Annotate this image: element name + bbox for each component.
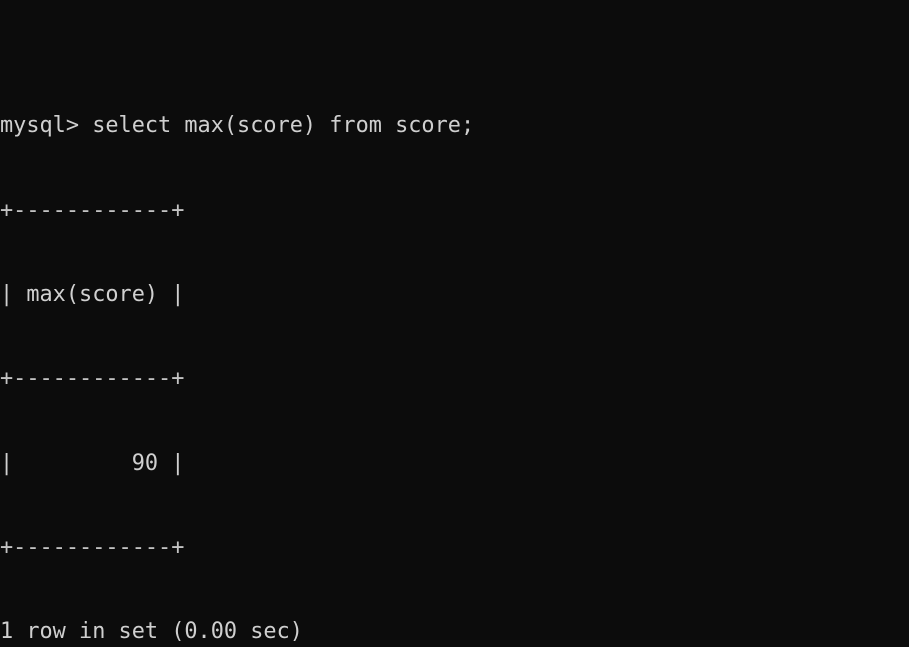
result-status: 1 row in set (0.00 sec) xyxy=(0,619,303,645)
table-top-border: +------------+ xyxy=(0,197,185,223)
table-header-row: | max(score) | xyxy=(0,281,185,307)
command-line: mysql> select max(score) from score; xyxy=(0,113,475,139)
table-row: | 90 | xyxy=(0,450,185,476)
table-bottom-border: +------------+ xyxy=(0,534,185,560)
table-mid-border: +------------+ xyxy=(0,366,185,392)
terminal-screen[interactable]: mysql> select max(score) from score; +--… xyxy=(0,0,909,647)
